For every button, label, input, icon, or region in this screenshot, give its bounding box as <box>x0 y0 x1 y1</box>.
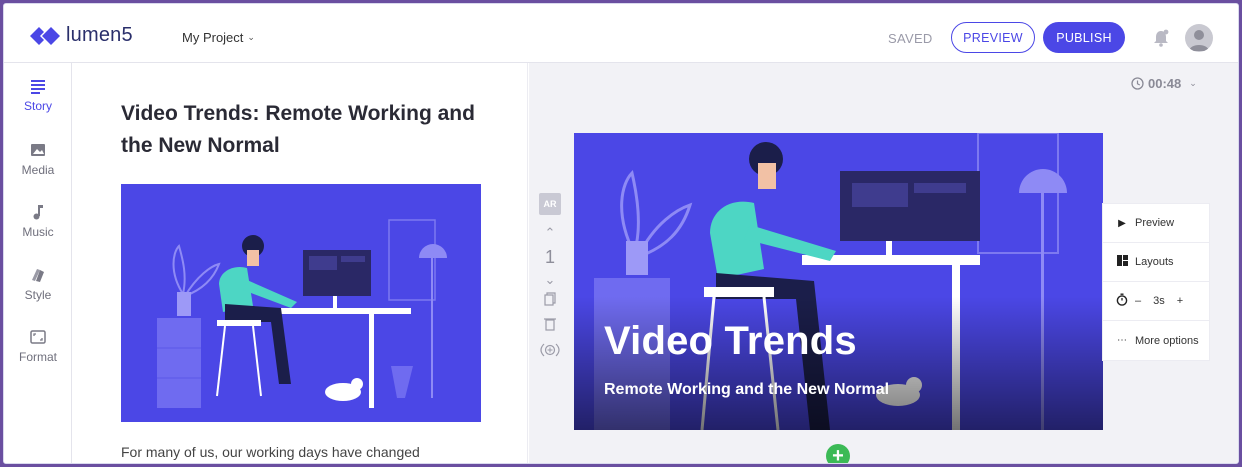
logo[interactable]: lumen5 <box>30 24 133 47</box>
publish-button[interactable]: PUBLISH <box>1043 22 1125 53</box>
more-options-button[interactable]: ⋯ More options <box>1103 321 1209 360</box>
project-name: My Project <box>182 30 244 45</box>
increase-duration-button[interactable]: + <box>1177 295 1183 307</box>
chevron-down-icon: ⌄ <box>1189 78 1197 88</box>
scene-options-menu: ▶ Preview Layouts – 3s + ⋯ More options <box>1102 203 1210 361</box>
sidebar-item-media[interactable]: Media <box>4 133 72 189</box>
stopwatch-icon <box>1115 293 1129 309</box>
menu-label: Preview <box>1135 217 1175 229</box>
add-scene-button[interactable]: + <box>826 444 850 463</box>
decrease-duration-button[interactable]: – <box>1135 295 1141 307</box>
scene-subtitle[interactable]: Remote Working and the New Normal <box>604 381 889 399</box>
scene-preview[interactable]: Video Trends Remote Working and the New … <box>574 133 1103 430</box>
sidebar-item-label: Music <box>22 225 54 239</box>
left-sidebar: Story Media Music Style Format <box>4 63 72 463</box>
layouts-icon <box>1115 255 1129 269</box>
sidebar-item-label: Format <box>18 350 57 364</box>
sidebar-item-format[interactable]: Format <box>4 320 72 376</box>
remote-work-illustration <box>121 184 481 422</box>
preview-button[interactable]: PREVIEW <box>951 22 1035 53</box>
clock-icon <box>1131 77 1144 90</box>
bell-icon[interactable] <box>1153 29 1169 47</box>
ar-button[interactable]: AR <box>539 193 561 215</box>
canvas-area: 00:48 ⌄ AR ⌃ 1 ⌄ Video Trends Remote Wor… <box>529 63 1238 463</box>
style-icon <box>32 269 44 282</box>
play-icon: ▶ <box>1118 217 1126 229</box>
project-selector[interactable]: My Project ⌄ <box>182 30 255 45</box>
chevron-up-icon[interactable]: ⌃ <box>539 225 561 241</box>
scene-preview-button[interactable]: ▶ Preview <box>1103 204 1209 243</box>
format-icon <box>30 330 46 344</box>
story-body-text[interactable]: For many of us, our working days have ch… <box>121 444 420 460</box>
menu-label: More options <box>1135 334 1199 347</box>
duplicate-icon[interactable] <box>539 292 561 309</box>
story-image[interactable] <box>121 184 481 422</box>
chevron-down-icon: ⌄ <box>247 32 255 42</box>
add-scene-icon[interactable] <box>539 342 561 361</box>
story-panel: Video Trends: Remote Working and the New… <box>73 63 528 463</box>
media-icon <box>31 144 45 156</box>
duration-value: 00:48 <box>1148 76 1182 91</box>
lumen5-logo-icon <box>30 26 60 45</box>
story-title[interactable]: Video Trends: Remote Working and the New… <box>121 98 501 162</box>
avatar[interactable] <box>1185 24 1213 52</box>
sidebar-item-label: Style <box>24 288 52 302</box>
sidebar-item-label: Story <box>23 99 52 113</box>
chevron-down-icon[interactable]: ⌄ <box>539 272 561 288</box>
save-status: SAVED <box>888 31 933 46</box>
scene-title[interactable]: Video Trends <box>604 319 857 364</box>
top-bar: lumen5 My Project ⌄ SAVED PREVIEW PUBLIS… <box>4 4 1238 63</box>
video-duration[interactable]: 00:48 ⌄ <box>1131 76 1197 91</box>
story-icon <box>31 80 45 94</box>
ellipsis-icon: ⋯ <box>1117 335 1127 346</box>
sidebar-item-label: Media <box>21 163 55 177</box>
scene-toolbar: AR ⌃ 1 ⌄ <box>539 193 563 361</box>
scene-number: 1 <box>544 247 555 267</box>
app-window: lumen5 My Project ⌄ SAVED PREVIEW PUBLIS… <box>3 3 1239 464</box>
trash-icon[interactable] <box>539 317 561 334</box>
menu-label: Layouts <box>1135 256 1174 268</box>
scene-duration-control: – 3s + <box>1103 282 1209 321</box>
logo-text: lumen5 <box>66 24 133 46</box>
sidebar-item-story[interactable]: Story <box>4 69 72 125</box>
sidebar-item-music[interactable]: Music <box>4 195 72 251</box>
sidebar-item-style[interactable]: Style <box>4 258 72 314</box>
music-icon <box>33 205 43 220</box>
user-icon <box>1189 30 1209 51</box>
layouts-button[interactable]: Layouts <box>1103 243 1209 282</box>
scene-duration-value: 3s <box>1153 295 1165 307</box>
